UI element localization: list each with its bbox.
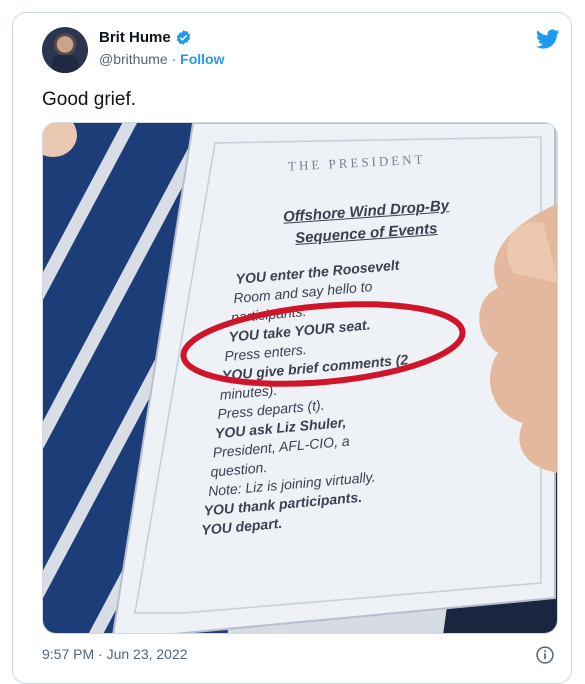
tweet-card: Brit Hume @brithume · Follow Good grief. (12, 12, 572, 684)
author-row: Brit Hume (99, 29, 192, 46)
card-list: YOU enter the Roosevelt Room and say hel… (201, 245, 545, 538)
author-name[interactable]: Brit Hume (99, 29, 171, 46)
avatar[interactable] (42, 27, 88, 73)
tweet-photo[interactable]: THE PRESIDENT Offshore Wind Drop-By Sequ… (42, 122, 558, 634)
handle-row: @brithume · Follow (99, 51, 224, 67)
verified-badge-icon (176, 30, 190, 45)
info-icon[interactable] (535, 645, 555, 665)
twitter-bird-icon[interactable] (536, 27, 560, 51)
tweet-text: Good grief. (42, 89, 136, 110)
tweet-timestamp[interactable]: 9:57 PM · Jun 23, 2022 (42, 646, 188, 662)
author-handle[interactable]: @brithume (99, 51, 168, 67)
separator-dot: · (171, 51, 181, 67)
follow-button[interactable]: Follow (180, 51, 224, 67)
